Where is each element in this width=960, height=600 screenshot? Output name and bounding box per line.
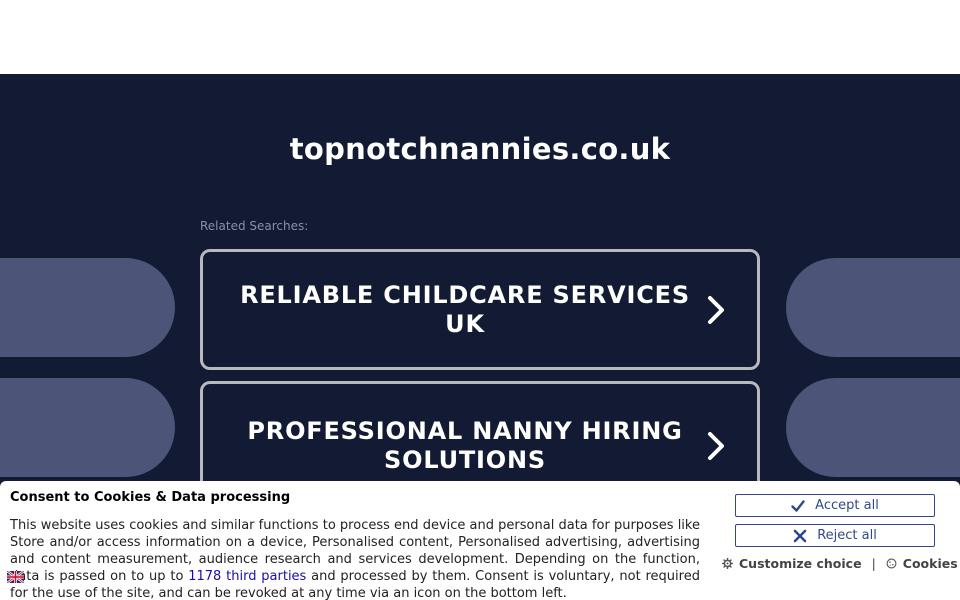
cookie-consent-banner: Consent to Cookies & Data processing Thi… — [0, 481, 960, 600]
reject-all-button[interactable]: Reject all — [735, 524, 935, 547]
customize-choice-label: Customize choice — [739, 556, 862, 571]
related-search-link-label: PROFESSIONAL NANNY HIRING SOLUTIONS — [247, 417, 683, 474]
decorative-pill-right-1 — [786, 258, 960, 357]
consent-bottom-links: Customize choice | Cookies — [722, 556, 958, 571]
top-blank-area — [0, 0, 960, 74]
links-separator: | — [871, 556, 876, 571]
decorative-pill-left-2 — [0, 378, 175, 477]
cookies-label: Cookies — [902, 556, 958, 571]
chevron-right-icon — [705, 430, 757, 462]
cookies-link[interactable]: Cookies — [886, 556, 958, 571]
page: topnotchnannies.co.uk Related Searches: … — [0, 0, 960, 600]
check-icon — [791, 499, 805, 512]
decorative-pill-left-1 — [0, 258, 175, 357]
cookie-icon — [886, 558, 897, 569]
chevron-right-icon — [705, 294, 757, 326]
third-parties-link[interactable]: 1178 third parties — [188, 569, 306, 584]
gear-icon — [722, 558, 733, 569]
decorative-pill-right-2 — [786, 378, 960, 477]
related-search-link-1[interactable]: RELIABLE CHILDCARE SERVICES UK — [200, 249, 760, 370]
related-search-link-label: RELIABLE CHILDCARE SERVICES UK — [240, 280, 690, 338]
accept-all-button[interactable]: Accept all — [735, 494, 935, 517]
x-icon — [793, 529, 807, 542]
accept-all-label: Accept all — [815, 498, 879, 513]
customize-choice-link[interactable]: Customize choice — [722, 556, 862, 571]
consent-text: This website uses cookies and similar fu… — [10, 517, 700, 600]
consent-title: Consent to Cookies & Data processing — [10, 490, 291, 505]
domain-title: topnotchnannies.co.uk — [289, 132, 671, 166]
uk-flag-icon[interactable] — [7, 571, 24, 583]
reject-all-label: Reject all — [817, 528, 877, 543]
related-searches-label: Related Searches: — [200, 219, 309, 233]
